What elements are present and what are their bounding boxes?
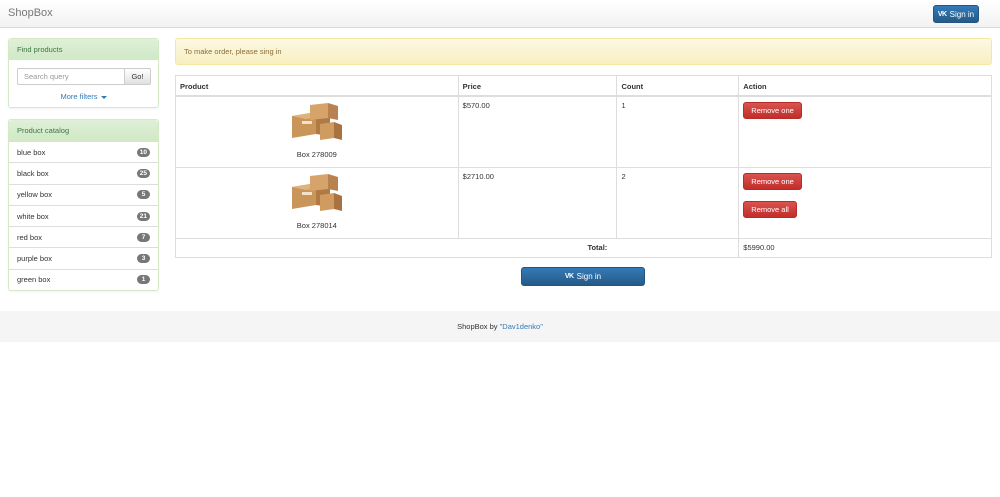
footer-prefix: ShopBox by [457,322,500,331]
box-product-image[interactable] [285,100,348,144]
total-value: $5990.00 [738,237,992,258]
catalog-item-yellow-box[interactable]: yellow box 5 [9,183,158,205]
search-input[interactable]: Search query [17,68,125,85]
signin-button-main[interactable]: VK Sign in [521,267,645,286]
search-group: Search query Go! [17,68,151,85]
header-price: Price [457,75,618,97]
count-cell: 2 [616,166,740,239]
catalog-item-white-box[interactable]: white box 21 [9,204,158,226]
author-link[interactable]: "Dav1denko" [500,322,543,331]
total-label: Total: [174,237,740,258]
find-products-title: Find products [9,39,158,60]
catalog-item-green-box[interactable]: green box 1 [9,268,158,290]
find-products-panel: Find products Search query Go! More filt… [8,38,159,108]
header-count: Count [616,75,740,97]
product-cell: Box 278009 [175,95,459,168]
remove-one-button[interactable]: Remove one [743,172,802,190]
catalog-item-label: green box [17,275,51,285]
signin-button-top[interactable]: VK Sign in [933,5,979,23]
total-label-text: Total: [587,242,608,252]
cart-table: Product Price Count Action Box 278009 $5… [174,75,992,258]
product-name: Box 278009 [296,150,337,159]
count-badge: 25 [136,168,150,178]
catalog-item-blue-box[interactable]: blue box 10 [9,141,158,162]
signin-label: Sign in [949,9,975,19]
count-badge: 5 [137,190,150,200]
catalog-item-label: black box [17,168,49,178]
count-cell: 1 [616,95,740,168]
price-cell: $570.00 [457,95,618,168]
action-cell: Remove one Remove all [738,166,992,239]
catalog-item-red-box[interactable]: red box 7 [9,226,158,247]
vk-icon: VK [937,10,947,18]
price-cell: $2710.00 [457,166,618,239]
count-badge: 3 [137,254,150,264]
catalog-item-label: blue box [17,147,46,157]
catalog-item-label: red box [17,232,43,242]
count-badge: 1 [137,275,150,285]
table-row: Box 278014 $2710.00 2 Remove one Remove … [175,166,992,239]
catalog-item-label: white box [17,211,49,221]
catalog-item-label: yellow box [17,190,53,200]
count-badge: 21 [136,211,150,221]
count-badge: 10 [136,147,150,157]
product-catalog-title: Product catalog [9,120,158,141]
footer: ShopBox by "Dav1denko" [0,311,1000,342]
product-cell: Box 278014 [175,166,459,239]
more-filters-link[interactable]: More filters [9,92,158,101]
catalog-item-purple-box[interactable]: purple box 3 [9,247,158,268]
more-filters-label: More filters [60,92,98,101]
remove-one-button[interactable]: Remove one [743,102,802,119]
cart-header-row: Product Price Count Action [175,75,992,97]
header-product: Product [175,75,459,97]
product-name: Box 278014 [296,220,337,230]
remove-all-button[interactable]: Remove all [743,200,797,218]
product-catalog-panel: Product catalog blue box 10 black box 25… [8,119,159,291]
navbar: ShopBox VK Sign in [0,0,1000,28]
table-row: Box 278009 $570.00 1 Remove one [175,95,992,168]
box-product-image[interactable] [285,170,348,215]
go-button[interactable]: Go! [125,68,151,85]
vk-icon: VK [564,273,574,280]
header-action: Action [738,75,992,97]
catalog-item-black-box[interactable]: black box 25 [9,162,158,183]
brand-link[interactable]: ShopBox [8,7,53,19]
signin-alert: To make order, please sing in [175,38,992,65]
action-cell: Remove one [738,95,992,168]
signin-label: Sign in [576,272,602,281]
count-badge: 7 [137,232,150,242]
caret-down-icon [100,95,107,99]
total-row: Total: $5990.00 [174,237,992,258]
catalog-item-label: purple box [17,254,53,264]
